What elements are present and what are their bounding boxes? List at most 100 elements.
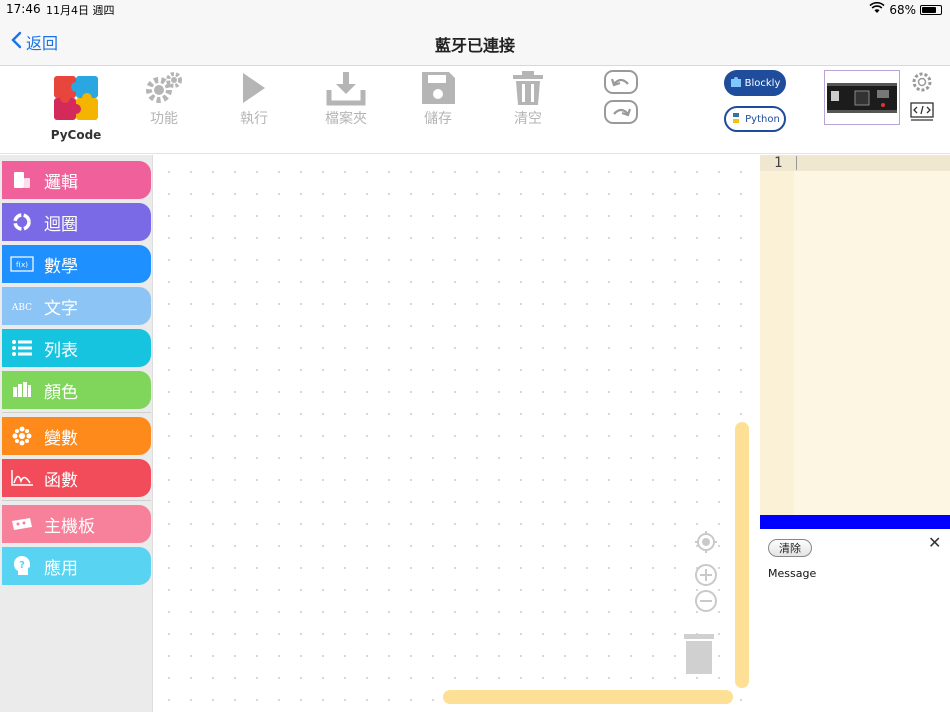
category-label: 文字 xyxy=(44,298,78,319)
category-label: 顏色 xyxy=(44,382,78,403)
blockly-label: Blockly xyxy=(744,77,781,89)
function-label: 功能 xyxy=(150,111,178,127)
svg-text:?: ? xyxy=(19,560,25,571)
plus-circle-icon xyxy=(695,564,717,586)
category-variables[interactable]: 變數 xyxy=(2,417,151,455)
python-code-editor[interactable]: 1 xyxy=(760,155,950,515)
battery-percent: 68% xyxy=(889,2,916,17)
download-icon xyxy=(326,72,366,106)
undo-redo-group xyxy=(604,70,638,124)
function-button[interactable]: 功能 xyxy=(134,70,194,128)
clear-label: 清空 xyxy=(514,111,542,127)
console-divider-bar[interactable] xyxy=(760,515,950,529)
abc-text-icon: ABC xyxy=(10,294,34,318)
palette-icon xyxy=(10,378,34,402)
python-mode-button[interactable]: Python xyxy=(724,106,786,132)
trash-icon xyxy=(513,71,543,105)
wifi-icon xyxy=(869,1,885,17)
board-icon xyxy=(10,512,34,536)
run-label: 執行 xyxy=(240,111,268,127)
block-category-sidebar: 邏輯 迴圈 f(x) 數學 ABC 文字 列表 顏色 變數 函數 主機板 ? 應… xyxy=(0,155,153,712)
gears-icon xyxy=(146,72,182,103)
status-right: 68% xyxy=(869,1,942,17)
status-bar: 17:46 11月4日 週四 68% xyxy=(0,0,950,20)
list-icon xyxy=(10,336,34,360)
recenter-button[interactable] xyxy=(694,530,718,558)
category-colors[interactable]: 顏色 xyxy=(2,371,151,409)
nav-bar: 返回 藍牙已連接 xyxy=(0,20,950,66)
logo-name: PyCode xyxy=(50,128,102,142)
category-text[interactable]: ABC 文字 xyxy=(2,287,151,325)
close-icon[interactable]: ✕ xyxy=(928,533,941,552)
save-button[interactable]: 儲存 xyxy=(408,70,468,128)
editor-gutter xyxy=(760,155,794,515)
app-logo: PyCode xyxy=(48,74,104,142)
category-label: 主機板 xyxy=(44,516,95,537)
page-title: 藍牙已連接 xyxy=(434,36,515,55)
workspace-vertical-scrollbar[interactable] xyxy=(735,422,749,688)
target-icon xyxy=(695,531,717,553)
run-button[interactable]: 執行 xyxy=(224,70,284,128)
text-cursor xyxy=(796,156,797,170)
category-logic[interactable]: 邏輯 xyxy=(2,161,151,199)
category-label: 邏輯 xyxy=(44,172,78,193)
trash-can-icon xyxy=(684,634,714,674)
python-logo-icon xyxy=(730,112,742,127)
category-lists[interactable]: 列表 xyxy=(2,329,151,367)
status-date: 11月4日 週四 xyxy=(46,4,115,17)
variable-dots-icon xyxy=(10,424,34,448)
console-panel: 清除 ✕ Message xyxy=(760,529,950,712)
category-loops[interactable]: 迴圈 xyxy=(2,203,151,241)
board-image[interactable] xyxy=(824,70,900,125)
category-label: 數學 xyxy=(44,256,78,277)
undo-button[interactable] xyxy=(604,70,638,94)
floppy-disk-icon xyxy=(422,72,455,104)
category-functions[interactable]: 函數 xyxy=(2,459,151,497)
line-number: 1 xyxy=(774,155,783,171)
category-label: 變數 xyxy=(44,428,78,449)
zoom-in-button[interactable] xyxy=(694,563,718,591)
code-icon xyxy=(910,102,934,121)
zoom-out-button[interactable] xyxy=(694,589,718,617)
category-label: 函數 xyxy=(44,470,78,491)
pycode-logo-icon xyxy=(54,76,98,120)
battery-icon xyxy=(920,4,942,15)
function-fx-icon: f(x) xyxy=(10,252,34,276)
blockly-workspace[interactable] xyxy=(154,155,752,712)
loop-icon xyxy=(10,210,34,234)
code-view-button[interactable] xyxy=(910,102,934,126)
minus-circle-icon xyxy=(695,590,717,612)
category-divider xyxy=(2,412,151,413)
category-label: 應用 xyxy=(44,558,78,579)
category-math[interactable]: f(x) 數學 xyxy=(2,245,151,283)
console-message: Message xyxy=(768,567,817,580)
microcontroller-board-icon xyxy=(827,83,897,113)
folder-button[interactable]: 檔案夾 xyxy=(316,70,376,128)
settings-button[interactable] xyxy=(910,70,934,98)
active-line-highlight xyxy=(760,155,950,171)
svg-text:ABC: ABC xyxy=(11,303,32,313)
python-label: Python xyxy=(745,113,780,125)
category-label: 列表 xyxy=(44,340,78,361)
workspace-horizontal-scrollbar[interactable] xyxy=(443,690,733,704)
category-divider xyxy=(2,500,151,501)
redo-icon xyxy=(613,108,632,117)
console-clear-button[interactable]: 清除 xyxy=(768,539,812,557)
puzzle-icon xyxy=(730,76,742,91)
gear-icon xyxy=(912,72,932,92)
category-apps[interactable]: ? 應用 xyxy=(2,547,151,585)
head-question-icon: ? xyxy=(10,554,34,578)
category-label: 迴圈 xyxy=(44,214,78,235)
svg-text:f(x): f(x) xyxy=(16,261,28,269)
blockly-mode-button[interactable]: Blockly xyxy=(724,70,786,96)
graph-icon xyxy=(10,466,34,490)
workspace-trash-button[interactable] xyxy=(682,632,716,680)
undo-icon xyxy=(610,78,629,87)
toolbar: PyCode 功能 執行 檔案夾 儲存 清空 Blockly Python xyxy=(0,66,950,154)
category-mainboard[interactable]: 主機板 xyxy=(2,505,151,543)
clear-button[interactable]: 清空 xyxy=(498,70,558,128)
status-time: 17:46 xyxy=(6,2,41,16)
logic-icon xyxy=(10,168,34,192)
redo-button[interactable] xyxy=(604,100,638,124)
save-label: 儲存 xyxy=(424,111,452,127)
